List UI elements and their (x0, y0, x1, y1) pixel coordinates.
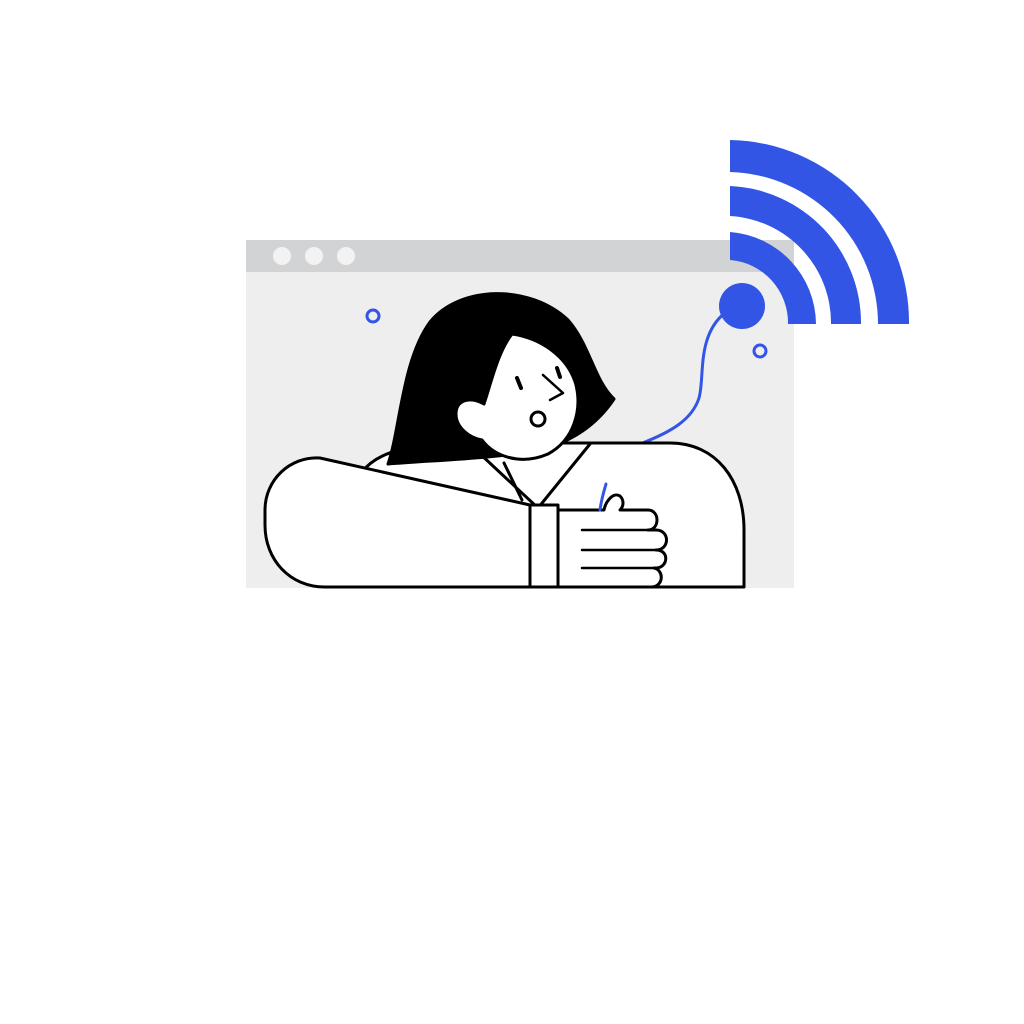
person-eye (555, 366, 562, 379)
wifi-icon (719, 140, 910, 329)
person-mouth (529, 410, 547, 428)
window-control-dot (337, 247, 355, 265)
window-control-dot (273, 247, 291, 265)
browser-window-titlebar (246, 240, 794, 272)
illustration-stage (0, 0, 1024, 1024)
person-sleeve-cuff (528, 503, 560, 589)
illustration-svg (246, 140, 910, 589)
window-control-dot (305, 247, 323, 265)
wifi-dot (719, 283, 765, 329)
person-hand (556, 493, 668, 589)
